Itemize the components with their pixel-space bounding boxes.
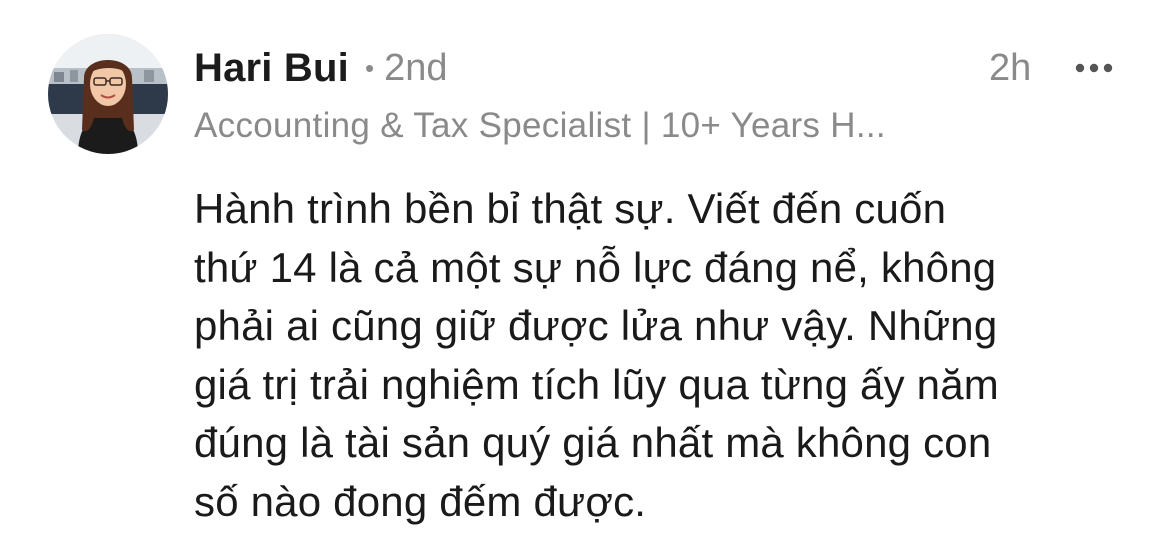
profile-photo-icon [48, 34, 168, 154]
author-headline: Accounting & Tax Specialist | 10+ Years … [194, 106, 886, 145]
comment-text-line: giá trị trải nghiệm tích lũy qua từng ấy… [194, 360, 999, 408]
comment-text: Hành trình bền bỉ thật sự. Viết đến cuốn… [194, 180, 1134, 531]
comment-header: Hari Bui • 2nd [194, 40, 447, 96]
comment-text-line: thứ 14 là cả một sự nỗ lực đáng nể, khôn… [194, 243, 997, 291]
comment-text-line: số nào đong đếm được. [194, 477, 647, 525]
comment-text-line: đúng là tài sản quý giá nhất mà không co… [194, 419, 992, 466]
separator-dot: • [364, 52, 375, 83]
comment-text-line: Hành trình bền bỉ thật sự. Viết đến cuốn [194, 185, 947, 232]
more-options-button[interactable] [1066, 46, 1122, 90]
connection-degree: 2nd [384, 46, 448, 89]
comment-card: Hari Bui • 2nd 2h Accounting & Tax Speci… [0, 0, 1170, 534]
comment-timestamp: 2h [989, 47, 1032, 89]
author-name[interactable]: Hari Bui [194, 46, 349, 91]
more-horizontal-icon [1075, 63, 1113, 73]
avatar[interactable] [48, 34, 168, 154]
comment-text-line: phải ai cũng giữ được lửa như vậy. Những [194, 302, 998, 349]
